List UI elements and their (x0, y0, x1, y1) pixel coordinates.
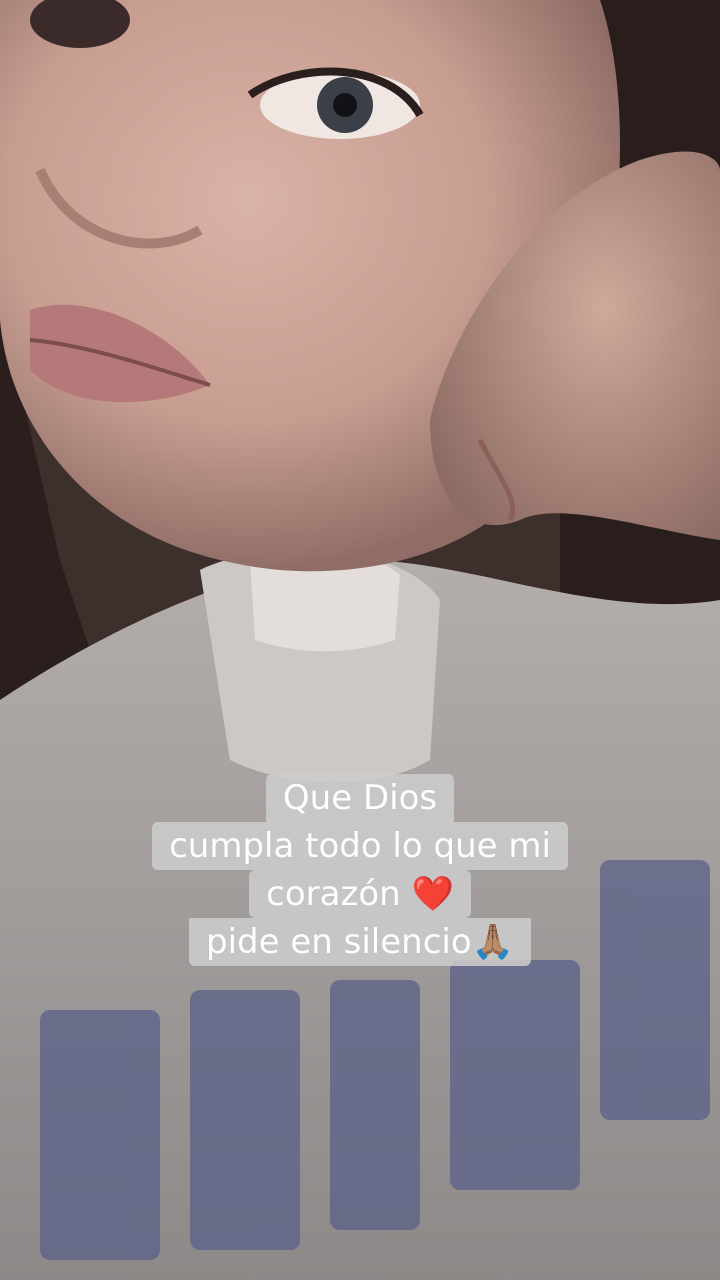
caption-line-2: cumpla todo lo que mi (152, 822, 568, 870)
caption-line-3: corazón ❤️ (249, 870, 471, 918)
selfie-photo (0, 0, 720, 1280)
caption-line-4: pide en silencio🙏🏽 (189, 918, 531, 966)
caption-line-1: Que Dios (265, 774, 455, 822)
caption-overlay: Que Dios cumpla todo lo que mi corazón ❤… (0, 774, 720, 966)
